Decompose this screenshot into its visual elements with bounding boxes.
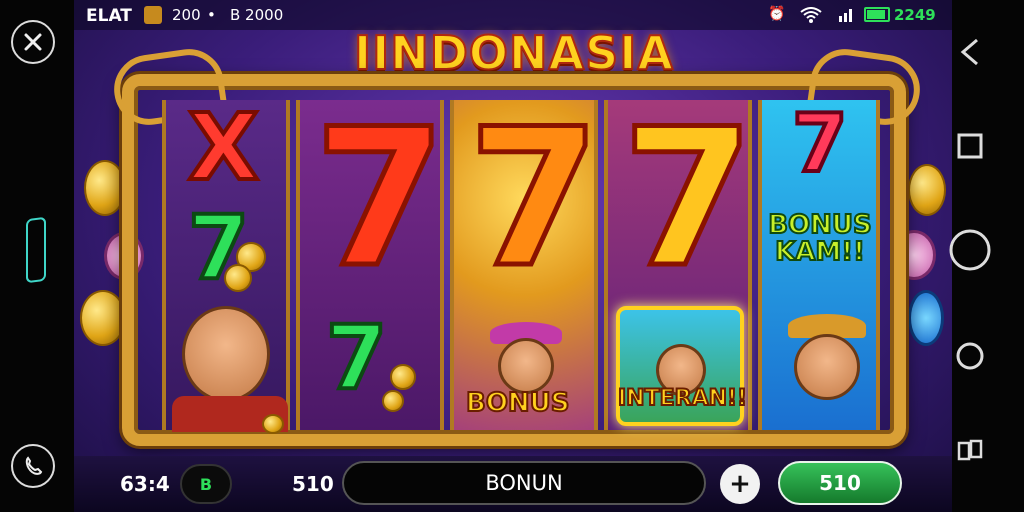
balance-pill-label: B (199, 474, 213, 494)
bonus-label: BONUS (465, 388, 571, 418)
deco-coin (80, 290, 126, 346)
symbol-seven-red: 7 (790, 97, 850, 190)
close-icon[interactable] (11, 20, 55, 64)
symbol-x: X (186, 94, 261, 201)
spin-button-label: 510 (819, 471, 861, 495)
bonus-kam-line1: BONUS (767, 210, 873, 240)
bonun-button-label: BONUN (485, 471, 563, 495)
symbol-seven-big: 7 (465, 88, 602, 309)
separator-dot: • (207, 6, 216, 24)
coin-icon (382, 390, 404, 412)
spin-button[interactable]: 510 (778, 461, 902, 505)
deco-coin (908, 164, 946, 216)
reel-5: 7 BONUS KAM!! (758, 100, 880, 430)
symbol-seven-big: 7 (311, 88, 448, 309)
right-nav-bar (949, 0, 1024, 512)
wifi-icon (800, 7, 822, 27)
coin-icon (224, 264, 252, 292)
character-headphones (182, 306, 270, 402)
left-system-bar (0, 0, 74, 512)
character-cowgirl (498, 338, 554, 394)
bonun-button[interactable]: BONUN (342, 461, 706, 505)
balance-pill[interactable]: B (180, 464, 232, 504)
symbol-seven: 7 (324, 306, 389, 409)
symbol-seven-big: 7 (619, 88, 756, 309)
phone-icon[interactable] (11, 444, 55, 488)
coin-icon (390, 364, 416, 390)
rotate-icon[interactable] (948, 428, 992, 472)
reel-1: X 7 (162, 94, 290, 434)
alarm-icon: ⏰ (768, 6, 786, 22)
battery-icon (864, 7, 890, 22)
bonus-kam-line2: KAM!! (774, 237, 866, 268)
game-screen: ELAT 200 • B 2000 ⏰ 2249 IINDONASIA X 7 (74, 0, 952, 512)
circle-icon[interactable] (948, 228, 992, 272)
plus-label: + (729, 469, 751, 499)
reel-4: 7 INTERAN!! (604, 88, 757, 430)
deco-gem (908, 290, 944, 346)
balance-display: B 2000 (230, 6, 284, 24)
plus-button[interactable]: + (720, 464, 760, 504)
deco-coin (84, 160, 126, 216)
bet-value: 510 (292, 472, 334, 496)
coin-icon (262, 414, 284, 434)
reel-2: 7 7 (296, 88, 449, 430)
coin-count: 200 (172, 6, 201, 24)
interan-label: INTERAN!! (617, 386, 748, 411)
back-icon[interactable] (948, 30, 992, 74)
signal-icon (838, 6, 856, 26)
bonus-kam-label: BONUS KAM!! (766, 210, 874, 268)
square-icon[interactable] (948, 124, 992, 168)
coin-chip-icon (144, 6, 162, 24)
app-label: ELAT (86, 6, 132, 26)
small-circle-icon[interactable] (948, 334, 992, 378)
reel-3: 7 BONUS (450, 88, 603, 430)
reels: X 7 7 7 7 BONUS 7 INTERAN!! 7 BONUS KAM!… (162, 88, 880, 434)
game-title: IINDONASIA (353, 25, 674, 81)
edge-handle[interactable] (26, 216, 46, 284)
bottom-control-bar: 63:4 B 510 BONUN + 510 (74, 456, 952, 512)
clock: 2249 (894, 6, 936, 24)
character-man (794, 334, 860, 400)
win-value: 63:4 (120, 472, 170, 496)
